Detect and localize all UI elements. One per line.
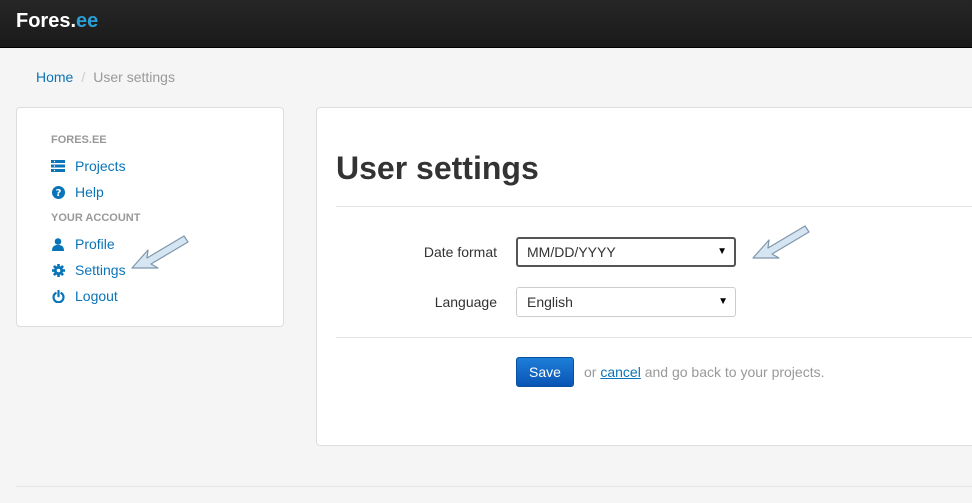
power-icon [51,289,65,303]
form-actions-note: or cancel and go back to your projects. [584,362,824,382]
settings-panel: User settings Date format MM/DD/YYYY ▼ L… [316,107,972,446]
brand-accent: ee [76,10,99,32]
save-button[interactable]: Save [516,357,574,387]
sidebar-nav: FORES.EE Projects ? Help YOUR ACCOUNT Pr… [16,107,284,327]
title-divider [336,206,972,207]
date-format-value: MM/DD/YYYY [527,244,616,260]
sidebar-item-label: Logout [75,288,118,304]
sidebar-item-settings[interactable]: Settings [51,260,126,280]
language-value: English [527,294,573,310]
top-navbar: Fores.ee [0,0,972,48]
gear-icon [51,263,65,277]
date-format-label: Date format [423,244,497,260]
svg-text:?: ? [55,188,61,199]
sidebar-item-label: Settings [75,262,126,278]
cancel-link[interactable]: cancel [600,364,640,380]
note-rest: and go back to your projects. [644,364,825,380]
footer-divider [16,486,972,487]
date-format-select[interactable]: MM/DD/YYYY ▼ [516,237,736,267]
breadcrumb-current: User settings [93,69,175,85]
sidebar-item-label: Projects [75,158,126,174]
sidebar-item-label: Profile [75,236,115,252]
annotation-arrow-icon [131,235,189,269]
form-divider [336,337,972,338]
list-icon [51,159,65,173]
annotation-arrow-icon [752,225,810,259]
language-label: Language [434,294,497,310]
sidebar-item-label: Help [75,184,104,200]
question-circle-icon: ? [51,185,65,199]
sidebar-item-help[interactable]: ? Help [51,182,104,202]
sidebar-header-account: YOUR ACCOUNT [51,212,141,224]
language-select[interactable]: English ▼ [516,287,736,317]
breadcrumb: Home / User settings [36,68,175,86]
brand-logo[interactable]: Fores.ee [16,9,98,33]
sidebar-item-logout[interactable]: Logout [51,286,118,306]
sidebar-header-fores: FORES.EE [51,134,107,146]
sidebar-item-profile[interactable]: Profile [51,234,115,254]
breadcrumb-home-link[interactable]: Home [36,69,73,85]
breadcrumb-separator: / [81,69,86,85]
brand-main: Fores. [16,10,77,32]
sidebar-item-projects[interactable]: Projects [51,156,126,176]
note-or: or [584,364,597,380]
chevron-down-icon: ▼ [717,246,727,257]
user-icon [51,237,65,251]
page-title: User settings [336,150,539,186]
chevron-down-icon: ▼ [718,296,728,307]
